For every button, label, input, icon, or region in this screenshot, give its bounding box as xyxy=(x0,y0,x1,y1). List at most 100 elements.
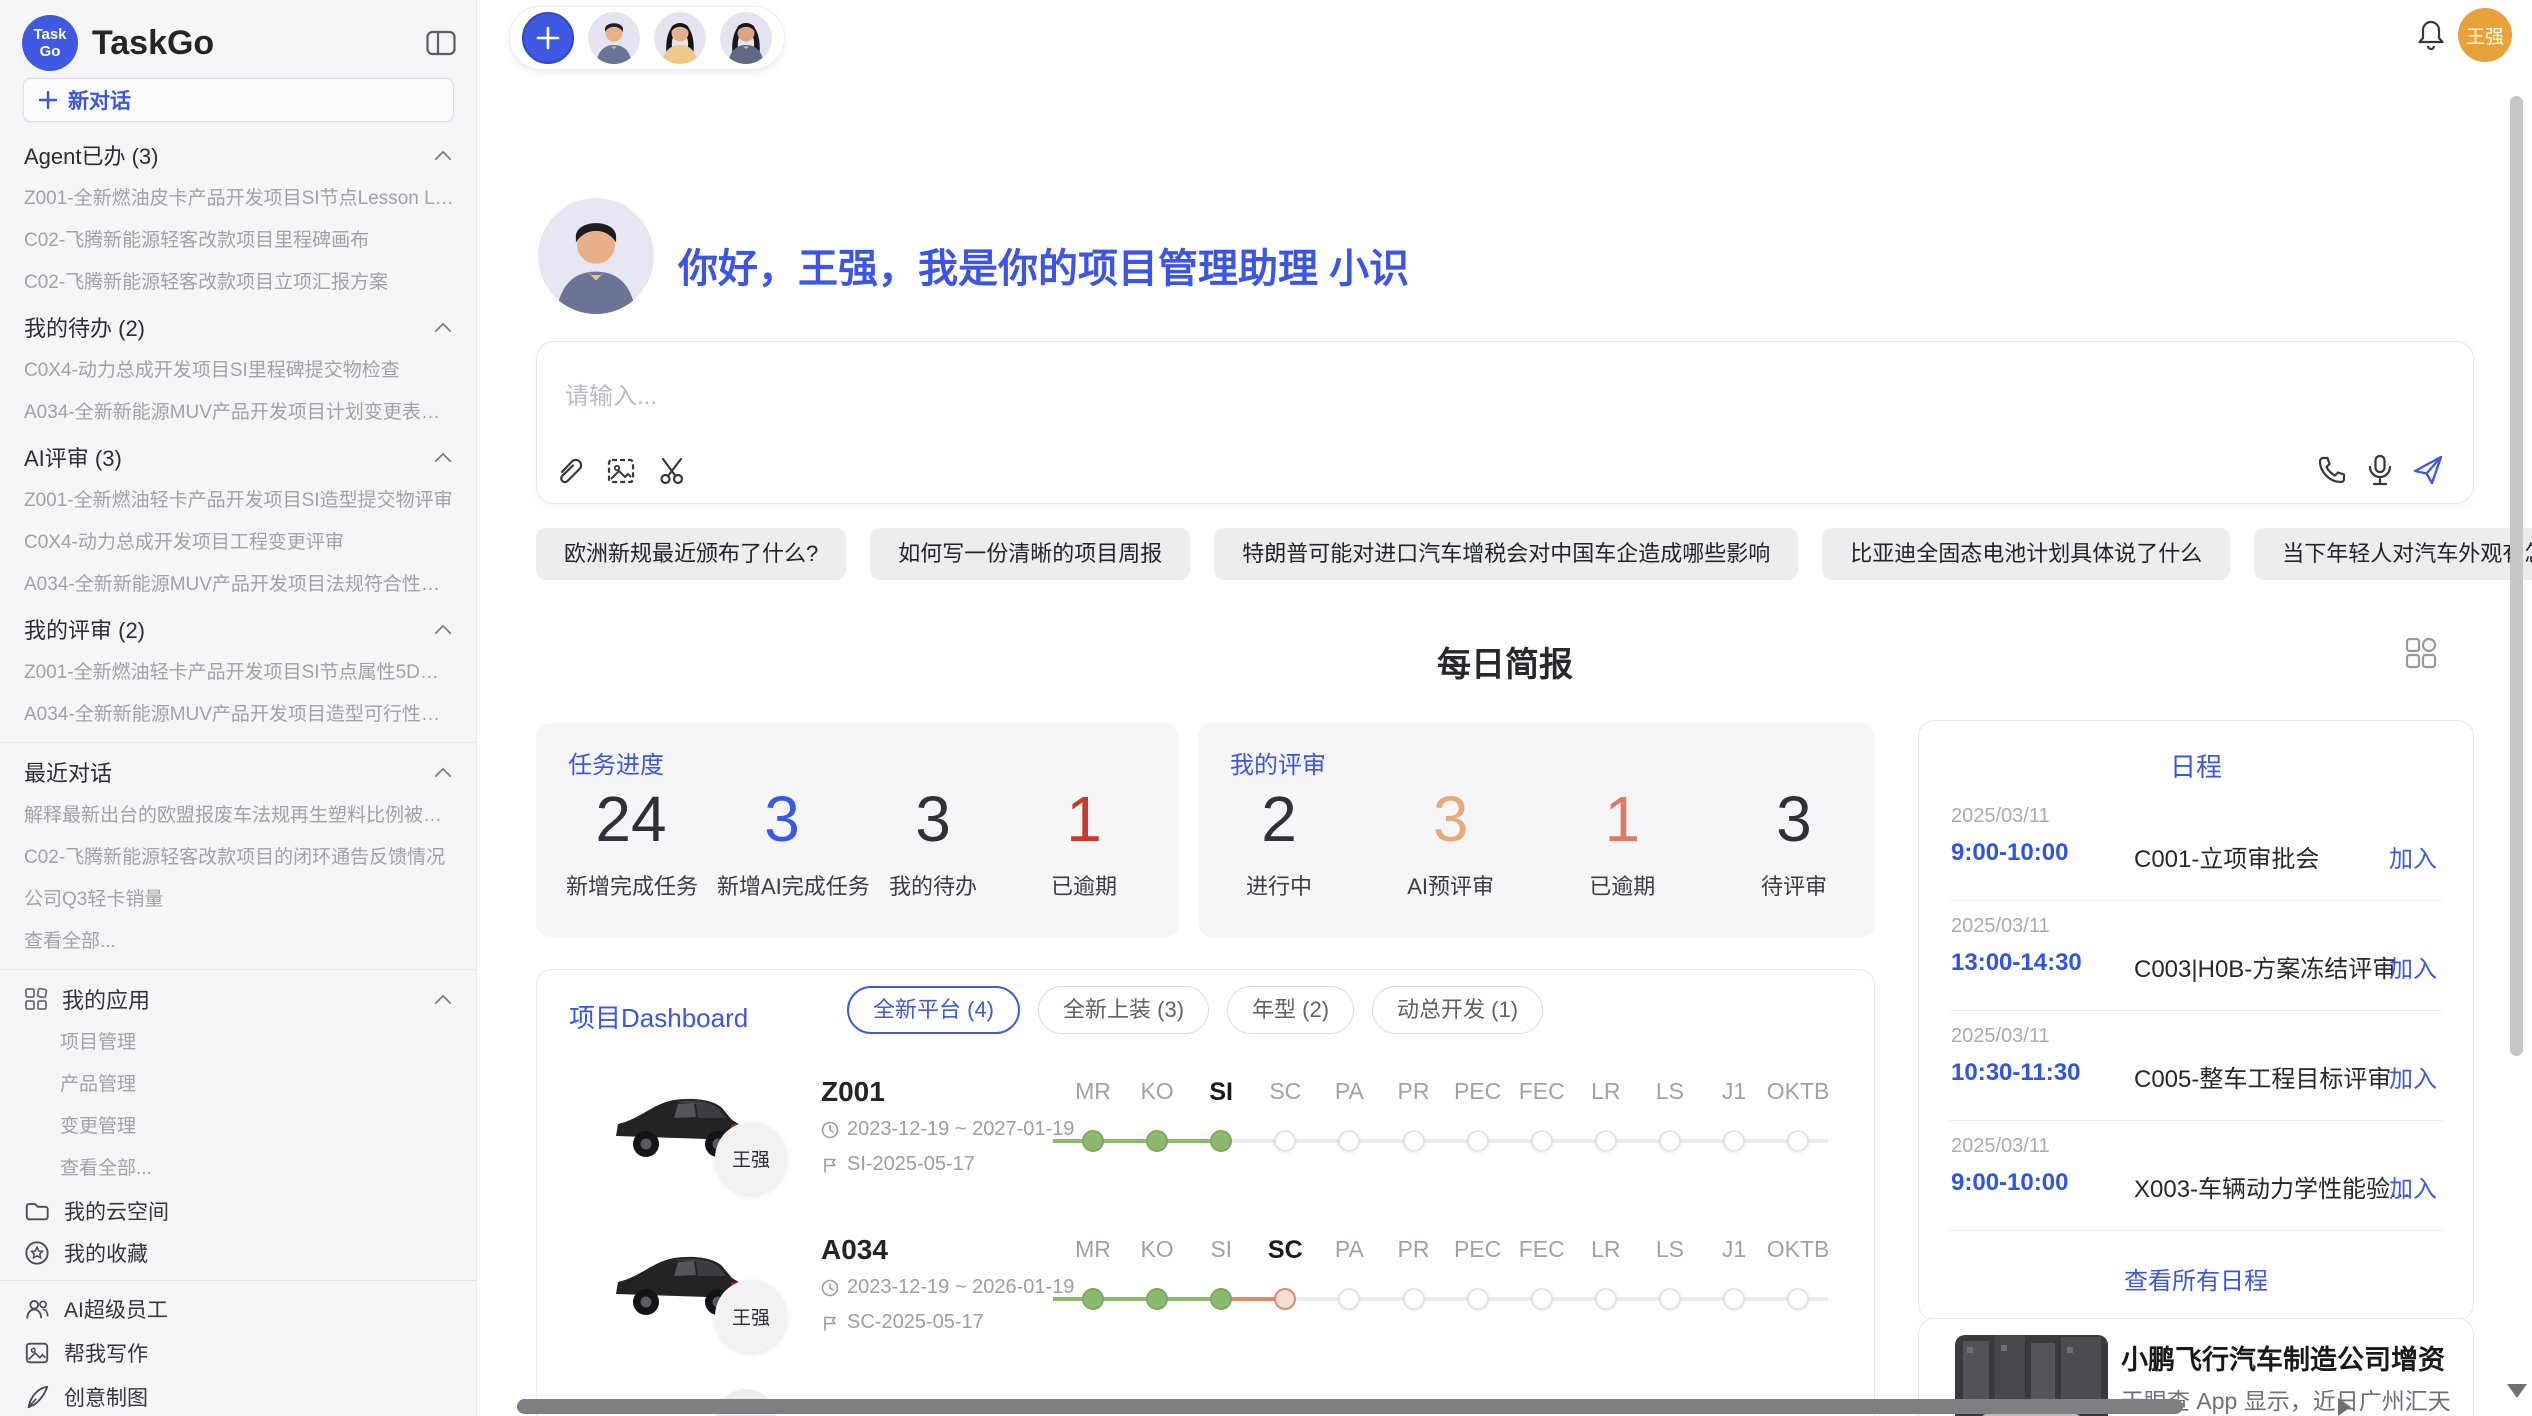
stat-value: 3 xyxy=(717,783,847,855)
milestone-track: MRKOSISCPAPRPECFECLRLSJ1OKTB xyxy=(1053,1228,1843,1348)
stat-label: 已逾期 xyxy=(1557,869,1687,901)
chevron-up-icon xyxy=(434,150,452,161)
app-item[interactable]: 变更管理 xyxy=(0,1106,476,1148)
task-progress-card: 任务进度 24新增完成任务3新增AI完成任务3我的待办1已逾期 xyxy=(536,723,1179,937)
app-item[interactable]: 产品管理 xyxy=(0,1064,476,1106)
member-avatar[interactable] xyxy=(720,12,772,64)
conversation-item[interactable]: C0X4-动力总成开发项目工程变更评审 xyxy=(0,522,476,564)
conversation-item[interactable]: Z001-全新燃油轻卡产品开发项目SI节点属性5D文件评审 xyxy=(0,652,476,694)
conversation-item[interactable]: A034-全新新能源MUV产品开发项目法规符合性评审 xyxy=(0,564,476,606)
suggestion-chip[interactable]: 特朗普可能对进口汽车增税会对中国车企造成哪些影响 xyxy=(1214,528,1798,580)
image-icon[interactable] xyxy=(605,455,637,487)
microphone-icon[interactable] xyxy=(2363,453,2397,487)
recent-chats-section: 最近对话解释最新出台的欧盟报废车法规再生塑料比例被调至15%...C02-飞腾新… xyxy=(0,749,476,963)
suggestion-chip[interactable]: 如何写一份清晰的项目周报 xyxy=(870,528,1190,580)
section-header[interactable]: AI评审 (3) xyxy=(0,434,476,480)
milestone-dot xyxy=(1787,1130,1809,1152)
join-meeting-link[interactable]: 加入 xyxy=(2389,1059,2437,1094)
milestone-label: SI xyxy=(1189,1078,1253,1107)
task-progress-stats: 24新增完成任务3新增AI完成任务3我的待办1已逾期 xyxy=(536,783,1179,901)
send-icon[interactable] xyxy=(2411,453,2445,487)
recent-chat-item[interactable]: 公司Q3轻卡销量 xyxy=(0,879,476,921)
add-member-button[interactable] xyxy=(522,12,574,64)
conversation-item[interactable]: C02-飞腾新能源轻客改款项目里程碑画布 xyxy=(0,220,476,262)
vertical-scrollbar[interactable] xyxy=(2510,96,2523,1056)
conversation-item[interactable]: C02-飞腾新能源轻客改款项目立项汇报方案 xyxy=(0,262,476,304)
suggestion-chip[interactable]: 比亚迪全固态电池计划具体说了什么 xyxy=(1822,528,2230,580)
app-title: TaskGo xyxy=(92,24,426,63)
phone-icon[interactable] xyxy=(2315,453,2349,487)
scroll-down-arrow[interactable] xyxy=(2507,1384,2527,1398)
sidebar-item-cloud-space[interactable]: 我的云空间 xyxy=(0,1190,476,1232)
sidebar-item-favorites[interactable]: 我的收藏 xyxy=(0,1232,476,1274)
section-header[interactable]: 我的评审 (2) xyxy=(0,606,476,652)
schedule-event-title: C001-立项审批会 xyxy=(2134,839,2319,874)
milestone-label: SC xyxy=(1253,1236,1317,1265)
schedule-item: 2025/03/1113:00-14:30C003|H0B-方案冻结评审加入 xyxy=(1919,901,2473,1011)
daily-briefing-title: 每日简报 xyxy=(536,637,2474,686)
join-meeting-link[interactable]: 加入 xyxy=(2389,839,2437,874)
milestone-dot xyxy=(1082,1130,1104,1152)
sidebar-item-ai-super-staff[interactable]: AI超级员工 xyxy=(0,1287,476,1331)
milestone-dot xyxy=(1659,1130,1681,1152)
scroll-right-arrow[interactable] xyxy=(2338,1398,2351,1416)
clock-icon xyxy=(821,1121,839,1139)
conversation-item[interactable]: C0X4-动力总成开发项目SI里程碑提交物检查 xyxy=(0,350,476,392)
pen-icon xyxy=(24,1384,50,1410)
greeting-title: 你好，王强，我是你的项目管理助理 小识 xyxy=(678,236,1409,294)
sidebar-item-creative-drawing[interactable]: 创意制图 xyxy=(0,1375,476,1416)
member-avatar[interactable] xyxy=(588,12,640,64)
milestone-dot xyxy=(1467,1288,1489,1310)
milestone-label: SC xyxy=(1253,1078,1317,1105)
recent-section-header[interactable]: 最近对话 xyxy=(0,749,476,795)
view-all-apps-link[interactable]: 查看全部... xyxy=(0,1148,476,1190)
project-owner-avatar: 王强 xyxy=(715,1280,787,1352)
notification-bell-icon[interactable] xyxy=(2415,16,2447,50)
composer-input[interactable] xyxy=(565,370,1965,424)
conversation-item[interactable]: A034-全新新能源MUV产品开发项目计划变更表编写 xyxy=(0,392,476,434)
dashboard-tab[interactable]: 全新上装 (3) xyxy=(1038,986,1209,1034)
dashboard-tab[interactable]: 年型 (2) xyxy=(1227,986,1354,1034)
conversation-item[interactable]: Z001-全新燃油皮卡产品开发项目SI节点Lesson Learn报告 xyxy=(0,178,476,220)
section-header[interactable]: Agent已办 (3) xyxy=(0,132,476,178)
collapse-sidebar-icon[interactable] xyxy=(426,30,456,56)
app-item[interactable]: 项目管理 xyxy=(0,1022,476,1064)
member-avatar[interactable] xyxy=(654,12,706,64)
app-logo: Task Go xyxy=(22,15,78,71)
user-avatar[interactable]: 王强 xyxy=(2458,8,2512,62)
suggestion-chip[interactable]: 欧洲新规最近颁布了什么? xyxy=(536,528,846,580)
sidebar-item-help-me-write[interactable]: 帮我写作 xyxy=(0,1331,476,1375)
users-icon xyxy=(24,1296,50,1322)
view-all-schedule-link[interactable]: 查看所有日程 xyxy=(1919,1261,2473,1296)
favorites-label: 我的收藏 xyxy=(64,1238,148,1268)
schedule-title: 日程 xyxy=(1919,747,2473,784)
schedule-date: 2025/03/11 xyxy=(1951,1135,2050,1158)
attachment-icon[interactable] xyxy=(553,455,585,487)
schedule-time: 13:00-14:30 xyxy=(1951,949,2082,977)
dashboard-tab[interactable]: 动总开发 (1) xyxy=(1372,986,1543,1034)
stat-label: 我的待办 xyxy=(868,869,998,901)
new-chat-button[interactable]: 新对话 xyxy=(23,78,454,122)
logo-line1: Task xyxy=(33,26,66,43)
schedule-separator xyxy=(1949,1230,2443,1231)
chevron-up-icon xyxy=(434,322,452,333)
milestone-track: MRKOSISCPAPRPECFECLRLSJ1OKTB xyxy=(1053,1070,1843,1190)
conversation-item[interactable]: Z001-全新燃油轻卡产品开发项目SI造型提交物评审 xyxy=(0,480,476,522)
recent-chat-item[interactable]: 解释最新出台的欧盟报废车法规再生塑料比例被调至15%... xyxy=(0,795,476,837)
stat: 3AI预评审 xyxy=(1386,783,1516,901)
section-header[interactable]: 我的待办 (2) xyxy=(0,304,476,350)
conversation-item[interactable]: A034-全新新能源MUV产品开发项目造型可行性评审 xyxy=(0,694,476,736)
stat-label: 已逾期 xyxy=(1019,869,1149,901)
suggestion-chip[interactable]: 当下年轻人对汽车外观有怎样的喜好趋势 xyxy=(2254,528,2532,580)
composer xyxy=(536,341,2474,504)
recent-chat-item[interactable]: C02-飞腾新能源轻客改款项目的闭环通告反馈情况 xyxy=(0,837,476,879)
horizontal-scrollbar[interactable] xyxy=(517,1399,2183,1414)
view-all-chats-link[interactable]: 查看全部... xyxy=(0,921,476,963)
scissors-icon[interactable] xyxy=(657,455,689,487)
join-meeting-link[interactable]: 加入 xyxy=(2389,1169,2437,1204)
dashboard-tab[interactable]: 全新平台 (4) xyxy=(847,986,1020,1034)
milestone-dot xyxy=(1659,1288,1681,1310)
briefing-layout-icon[interactable] xyxy=(2404,636,2438,670)
my-apps-header[interactable]: 我的应用 xyxy=(0,976,476,1022)
join-meeting-link[interactable]: 加入 xyxy=(2389,949,2437,984)
